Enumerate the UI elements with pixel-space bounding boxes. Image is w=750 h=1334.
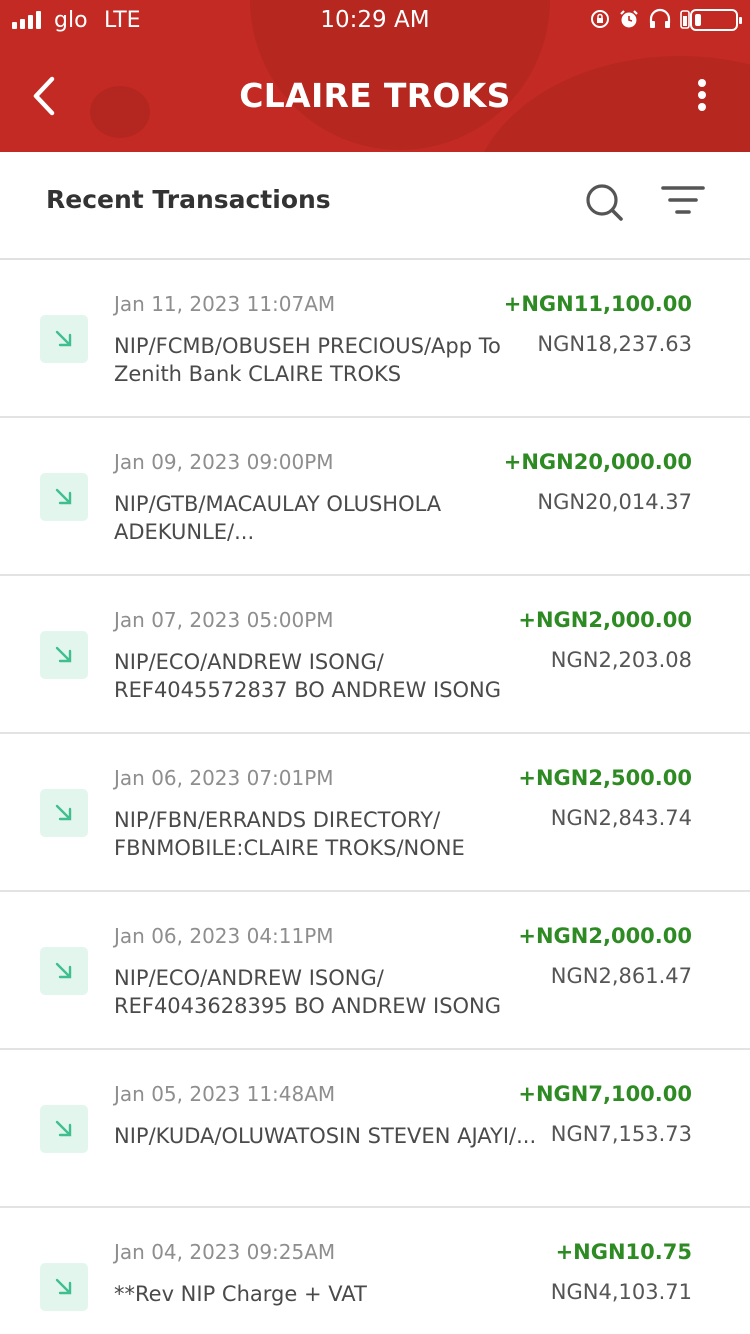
transaction-description: NIP/GTB/MACAULAY OLUSHOLA ADEKUNLE/...: [114, 492, 442, 544]
section-title: Recent Transactions: [46, 185, 331, 214]
credit-badge: [40, 1263, 88, 1311]
transaction-balance: NGN18,237.63: [537, 332, 692, 356]
transaction-row[interactable]: Jan 06, 2023 04:11PM NIP/ECO/ANDREW ISON…: [0, 892, 750, 1050]
filter-button[interactable]: [660, 182, 706, 224]
more-vertical-icon: [686, 79, 718, 111]
transaction-description: NIP/ECO/ANDREW ISONG/ REF4045572837 BO A…: [114, 650, 502, 702]
search-button[interactable]: [584, 182, 626, 224]
transaction-balance: NGN20,014.37: [537, 490, 692, 514]
transaction-date: Jan 04, 2023 09:25AM: [114, 1240, 336, 1264]
rotation-lock-icon: [591, 10, 609, 28]
transaction-amount: +NGN11,100.00: [503, 292, 692, 316]
search-icon: [586, 184, 623, 221]
status-icons: [590, 8, 690, 30]
transaction-balance: NGN4,103.71: [550, 1280, 692, 1304]
credit-badge: [40, 789, 88, 837]
transaction-amount: +NGN2,000.00: [518, 924, 692, 948]
transaction-date: Jan 09, 2023 09:00PM: [114, 450, 334, 474]
transaction-balance: NGN2,203.08: [550, 648, 692, 672]
credit-badge: [40, 473, 88, 521]
status-bar: glo LTE 10:29 AM: [0, 0, 750, 42]
transaction-row[interactable]: Jan 04, 2023 09:25AM **Rev NIP Charge + …: [0, 1208, 750, 1334]
transaction-description: **Rev NIP Charge + VAT: [114, 1282, 367, 1306]
arrow-down-right-icon: [55, 1278, 72, 1295]
page-title: CLAIRE TROKS: [239, 76, 511, 115]
more-options-button[interactable]: [686, 76, 718, 116]
transaction-description: NIP/KUDA/OLUWATOSIN STEVEN AJAYI/...: [114, 1124, 537, 1148]
transaction-amount: +NGN20,000.00: [503, 450, 692, 474]
credit-badge: [40, 631, 88, 679]
arrow-down-right-icon: [55, 804, 72, 821]
transaction-amount: +NGN7,100.00: [518, 1082, 692, 1106]
transaction-row[interactable]: Jan 05, 2023 11:48AM NIP/KUDA/OLUWATOSIN…: [0, 1050, 750, 1208]
transaction-list: Jan 11, 2023 11:07AM NIP/FCMB/OBUSEH PRE…: [0, 260, 750, 1334]
transaction-row[interactable]: Jan 09, 2023 09:00PM NIP/GTB/MACAULAY OL…: [0, 418, 750, 576]
transaction-description: NIP/ECO/ANDREW ISONG/ REF4043628395 BO A…: [114, 966, 502, 1018]
headphones-icon: [649, 8, 671, 28]
transaction-date: Jan 07, 2023 05:00PM: [114, 608, 334, 632]
alarm-icon: [620, 10, 638, 28]
transaction-row[interactable]: Jan 06, 2023 07:01PM NIP/FBN/ERRANDS DIR…: [0, 734, 750, 892]
transaction-row[interactable]: Jan 11, 2023 11:07AM NIP/FCMB/OBUSEH PRE…: [0, 260, 750, 418]
filter-icon: [661, 186, 705, 214]
transaction-amount: +NGN2,000.00: [518, 608, 692, 632]
transactions-toolbar: Recent Transactions: [0, 152, 750, 260]
transaction-amount: +NGN2,500.00: [518, 766, 692, 790]
arrow-down-right-icon: [55, 330, 72, 347]
credit-badge: [40, 315, 88, 363]
credit-badge: [40, 947, 88, 995]
arrow-down-right-icon: [55, 488, 72, 505]
transaction-description: NIP/FCMB/OBUSEH PRECIOUS/App To Zenith B…: [114, 334, 501, 386]
arrow-down-right-icon: [55, 962, 72, 979]
transaction-amount: +NGN10.75: [555, 1240, 692, 1264]
transaction-date: Jan 05, 2023 11:48AM: [114, 1082, 336, 1106]
battery-icon: [690, 9, 742, 31]
transaction-balance: NGN7,153.73: [550, 1122, 692, 1146]
arrow-down-right-icon: [55, 1120, 72, 1137]
transaction-date: Jan 06, 2023 07:01PM: [114, 766, 334, 790]
credit-badge: [40, 1105, 88, 1153]
transaction-description: NIP/FBN/ERRANDS DIRECTORY/ FBNMOBILE:CLA…: [114, 808, 465, 860]
headset-battery-icon: [680, 10, 690, 29]
transaction-row[interactable]: Jan 07, 2023 05:00PM NIP/ECO/ANDREW ISON…: [0, 576, 750, 734]
arrow-down-right-icon: [55, 646, 72, 663]
transaction-date: Jan 11, 2023 11:07AM: [114, 292, 336, 316]
transaction-date: Jan 06, 2023 04:11PM: [114, 924, 334, 948]
transaction-balance: NGN2,861.47: [550, 964, 692, 988]
transaction-balance: NGN2,843.74: [550, 806, 692, 830]
app-header: glo LTE 10:29 AM CLAIRE TROKS: [0, 0, 750, 152]
